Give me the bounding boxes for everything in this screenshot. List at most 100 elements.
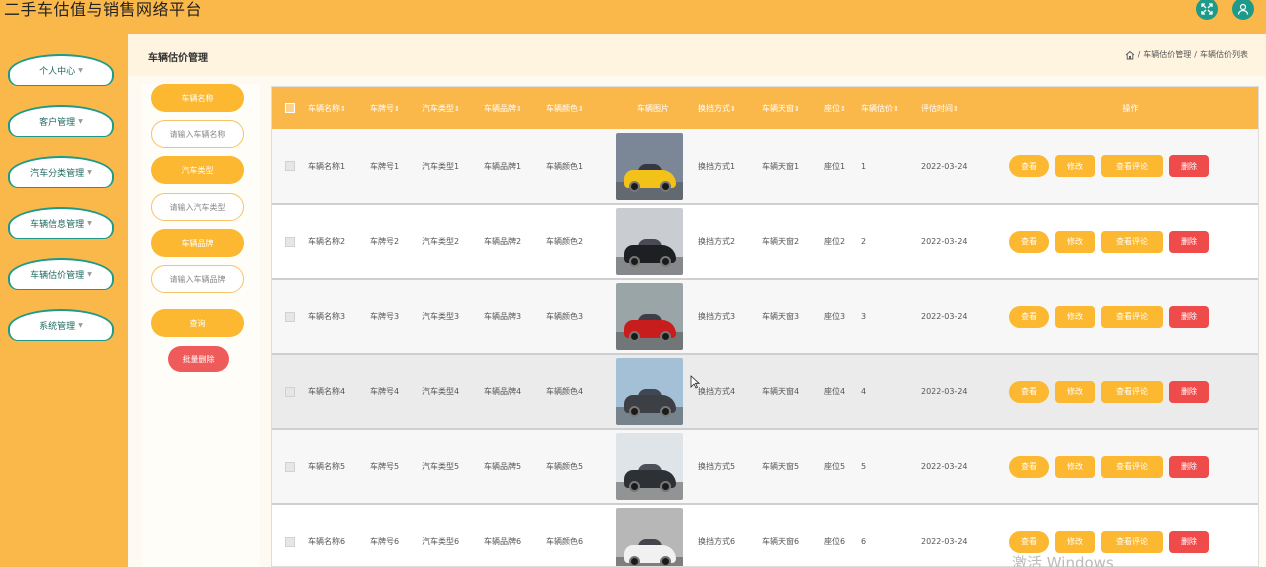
sidebar-item-vehicle-info[interactable]: 车辆信息管理 ▼ <box>8 207 114 239</box>
cell-seat: 座位6 <box>824 537 846 546</box>
cell-seat: 座位2 <box>824 237 846 246</box>
cell-price: 2 <box>861 237 867 246</box>
vehicle-image[interactable] <box>616 132 683 200</box>
cell-name: 车辆名称5 <box>308 462 346 471</box>
view-button[interactable]: 查看 <box>1009 305 1049 328</box>
search-input-type[interactable] <box>151 193 244 221</box>
delete-button[interactable]: 删除 <box>1169 380 1209 403</box>
view-reviews-button[interactable]: 查看评论 <box>1101 530 1163 553</box>
column-header-actions[interactable]: 操作 <box>1001 87 1258 129</box>
cell-plate: 车牌号4 <box>370 387 400 396</box>
sidebar: 个人中心 ▼ 客户管理 ▼ 汽车分类管理 ▼ 车辆信息管理 ▼ 车辆估价管理 ▼ 系统管理… <box>0 34 128 567</box>
table-row[interactable]: 车辆名称2 车牌号2 汽车类型2 车辆品牌2 车辆颜色2 换挡方式2 车辆天窗2 座位2 2 20… <box>272 204 1258 279</box>
view-button[interactable]: 查看 <box>1009 380 1049 403</box>
delete-button[interactable]: 删除 <box>1169 230 1209 253</box>
view-reviews-button[interactable]: 查看评论 <box>1101 455 1163 478</box>
cell-type: 汽车类型5 <box>422 462 460 471</box>
column-header-image[interactable]: 车辆图片 <box>608 87 698 129</box>
batch-delete-button[interactable]: 批量删除 <box>168 346 229 372</box>
cell-price: 5 <box>861 462 867 471</box>
column-header-label: 座位 <box>824 103 840 113</box>
sidebar-item-valuation[interactable]: 车辆估价管理 ▼ <box>8 258 114 290</box>
edit-button[interactable]: 修改 <box>1055 380 1095 403</box>
search-label-type: 汽车类型 <box>151 156 244 184</box>
sort-icon[interactable]: ⇕ <box>394 105 400 113</box>
row-checkbox[interactable] <box>272 504 308 566</box>
column-header-price[interactable]: 车辆估价⇕ <box>861 87 921 129</box>
delete-button[interactable]: 删除 <box>1169 530 1209 553</box>
cell-type: 汽车类型1 <box>422 161 460 171</box>
sidebar-item-system[interactable]: 系统管理 ▼ <box>8 309 114 341</box>
edit-button[interactable]: 修改 <box>1055 305 1095 328</box>
vehicle-image[interactable] <box>616 283 683 350</box>
edit-button[interactable]: 修改 <box>1055 455 1095 478</box>
select-all-checkbox[interactable] <box>272 87 308 129</box>
sidebar-item-customer[interactable]: 客户管理 ▼ <box>8 105 114 137</box>
view-reviews-button[interactable]: 查看评论 <box>1101 155 1163 177</box>
sort-icon[interactable]: ⇕ <box>454 105 460 113</box>
row-checkbox[interactable] <box>272 129 308 204</box>
cell-seat: 座位1 <box>824 161 846 171</box>
sort-icon[interactable]: ⇕ <box>578 105 584 113</box>
view-button[interactable]: 查看 <box>1009 455 1049 478</box>
sort-icon[interactable]: ⇕ <box>516 105 522 113</box>
breadcrumb-item[interactable]: 车辆估价管理 <box>1143 49 1191 60</box>
column-header-brand[interactable]: 车辆品牌⇕ <box>484 87 546 129</box>
sort-icon[interactable]: ⇕ <box>893 105 899 113</box>
sort-icon[interactable]: ⇕ <box>840 105 846 113</box>
view-reviews-button[interactable]: 查看评论 <box>1101 230 1163 253</box>
edit-button[interactable]: 修改 <box>1055 230 1095 253</box>
cell-color: 车辆颜色1 <box>546 161 584 171</box>
home-icon[interactable] <box>1125 50 1135 60</box>
cell-date: 2022-03-24 <box>921 312 968 321</box>
fullscreen-icon[interactable] <box>1196 0 1218 20</box>
edit-button[interactable]: 修改 <box>1055 530 1095 553</box>
view-reviews-button[interactable]: 查看评论 <box>1101 305 1163 328</box>
sort-icon[interactable]: ⇕ <box>953 105 959 113</box>
search-label-brand: 车辆品牌 <box>151 229 244 257</box>
view-button[interactable]: 查看 <box>1009 230 1049 253</box>
column-header-date[interactable]: 评估时间⇕ <box>921 87 1001 129</box>
row-checkbox[interactable] <box>272 279 308 354</box>
cell-type: 汽车类型2 <box>422 237 460 246</box>
row-checkbox[interactable] <box>272 204 308 279</box>
edit-button[interactable]: 修改 <box>1055 155 1095 177</box>
search-input-name[interactable] <box>151 120 244 148</box>
table-row[interactable]: 车辆名称4 车牌号4 汽车类型4 车辆品牌4 车辆颜色4 换挡方式4 车辆天窗4 座位4 4 20… <box>272 354 1258 429</box>
sidebar-item-personal-center[interactable]: 个人中心 ▼ <box>8 54 114 86</box>
column-header-sunroof[interactable]: 车辆天窗⇕ <box>762 87 824 129</box>
column-header-label: 车辆品牌 <box>484 103 516 113</box>
sidebar-item-label: 车辆信息管理 <box>30 220 85 230</box>
sort-icon[interactable]: ⇕ <box>340 105 346 113</box>
user-icon[interactable] <box>1232 0 1254 20</box>
sort-icon[interactable]: ⇕ <box>794 105 800 113</box>
row-checkbox[interactable] <box>272 354 308 429</box>
search-input-brand[interactable] <box>151 265 244 293</box>
column-header-label: 车辆名称 <box>308 103 340 113</box>
column-header-seat[interactable]: 座位⇕ <box>824 87 861 129</box>
delete-button[interactable]: 删除 <box>1169 455 1209 478</box>
vehicle-image[interactable] <box>616 508 683 566</box>
column-header-name[interactable]: 车辆名称⇕ <box>308 87 370 129</box>
column-header-label: 车辆估价 <box>861 103 893 113</box>
column-header-plate[interactable]: 车牌号⇕ <box>370 87 422 129</box>
delete-button[interactable]: 删除 <box>1169 305 1209 328</box>
row-checkbox[interactable] <box>272 429 308 504</box>
sidebar-item-label: 客户管理 <box>39 118 76 128</box>
table-row[interactable]: 车辆名称3 车牌号3 汽车类型3 车辆品牌3 车辆颜色3 换挡方式3 车辆天窗3 座位3 3 20… <box>272 279 1258 354</box>
column-header-type[interactable]: 汽车类型⇕ <box>422 87 484 129</box>
vehicle-image[interactable] <box>616 433 683 500</box>
table-row[interactable]: 车辆名称5 车牌号5 汽车类型5 车辆品牌5 车辆颜色5 换挡方式5 车辆天窗5 座位5 5 20… <box>272 429 1258 504</box>
sort-icon[interactable]: ⇕ <box>730 105 736 113</box>
sidebar-item-car-category[interactable]: 汽车分类管理 ▼ <box>8 156 114 188</box>
view-button[interactable]: 查看 <box>1009 155 1049 177</box>
view-reviews-button[interactable]: 查看评论 <box>1101 380 1163 403</box>
view-button[interactable]: 查看 <box>1009 530 1049 553</box>
vehicle-image[interactable] <box>616 358 683 425</box>
column-header-color[interactable]: 车辆颜色⇕ <box>546 87 608 129</box>
column-header-gear[interactable]: 换挡方式⇕ <box>698 87 762 129</box>
vehicle-image[interactable] <box>616 208 683 275</box>
search-button[interactable]: 查询 <box>151 309 244 337</box>
table-row[interactable]: 车辆名称1 车牌号1 汽车类型1 车辆品牌1 车辆颜色1 换挡方式1 车辆天窗1 座位1 1 20… <box>272 129 1258 204</box>
delete-button[interactable]: 删除 <box>1169 155 1209 177</box>
